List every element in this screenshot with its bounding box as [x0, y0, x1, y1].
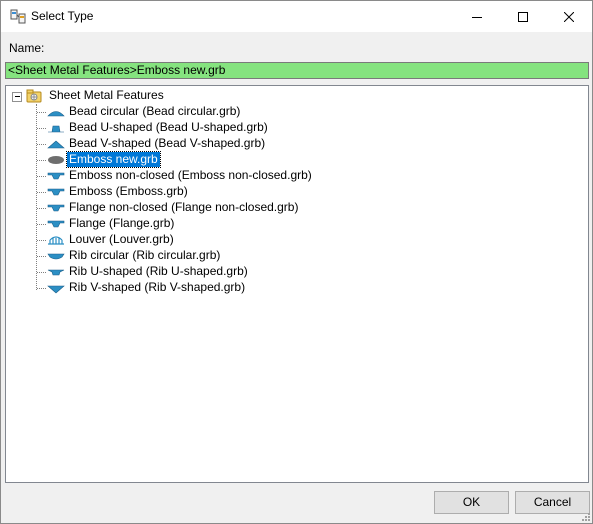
flange-non-closed-icon	[47, 204, 65, 212]
tree-root-label[interactable]: Sheet Metal Features	[49, 88, 164, 102]
flange-icon	[47, 220, 65, 228]
rib-circular-icon	[47, 253, 65, 260]
tree-connector	[36, 104, 37, 290]
tree-item[interactable]: Flange (Flange.grb)	[67, 216, 176, 231]
cancel-button[interactable]: Cancel	[515, 491, 590, 514]
tree-item[interactable]: Rib V-shaped (Rib V-shaped.grb)	[67, 280, 247, 295]
louver-icon	[48, 236, 64, 245]
tree-connector	[37, 240, 46, 241]
maximize-icon	[518, 11, 528, 22]
tree-connector	[37, 208, 46, 209]
name-label: Name:	[9, 41, 45, 55]
close-button[interactable]	[546, 1, 592, 32]
emboss-icon	[47, 188, 65, 196]
emboss-non-closed-icon	[47, 172, 65, 180]
tree-connector	[37, 288, 46, 289]
emboss-new-icon	[48, 156, 64, 164]
tree-connector	[37, 256, 46, 257]
tree-item[interactable]: Louver (Louver.grb)	[67, 232, 176, 247]
tree-item[interactable]: Flange non-closed (Flange non-closed.grb…	[67, 200, 300, 215]
tree-connector	[37, 176, 46, 177]
name-field[interactable]: <Sheet Metal Features>Emboss new.grb	[5, 62, 589, 79]
maximize-button[interactable]	[500, 1, 546, 32]
rib-v-shaped-icon	[47, 285, 65, 294]
tree-item[interactable]: Emboss non-closed (Emboss non-closed.grb…	[67, 168, 314, 183]
tree-item[interactable]: Rib circular (Rib circular.grb)	[67, 248, 222, 263]
tree-item[interactable]: Bead circular (Bead circular.grb)	[67, 104, 242, 119]
tree-item[interactable]: Emboss new.grb	[66, 151, 161, 168]
tree-connector	[37, 192, 46, 193]
tree-connector	[37, 272, 46, 273]
ok-button[interactable]: OK	[434, 491, 509, 514]
select-type-dialog: Select Type Name: <Sheet Metal Features>…	[0, 0, 593, 524]
close-icon	[564, 11, 574, 22]
resize-grip-icon[interactable]	[580, 511, 590, 521]
tree-connector	[37, 112, 46, 113]
window-title: Select Type	[31, 9, 94, 23]
minimize-icon	[472, 16, 482, 18]
type-tree[interactable]: Sheet Metal Features Bead circular (Bead…	[5, 85, 589, 483]
tree-connector	[37, 128, 46, 129]
bead-circular-icon	[47, 111, 65, 117]
tree-item[interactable]: Bead V-shaped (Bead V-shaped.grb)	[67, 136, 267, 151]
app-icon	[10, 9, 26, 24]
folder-features-icon	[26, 89, 42, 103]
minimize-button[interactable]	[454, 1, 500, 32]
collapse-toggle-icon[interactable]	[12, 92, 22, 102]
tree-connector	[37, 160, 46, 161]
rib-u-shaped-icon	[47, 269, 65, 276]
bead-v-shaped-icon	[47, 140, 65, 149]
tree-item[interactable]: Bead U-shaped (Bead U-shaped.grb)	[67, 120, 270, 135]
title-bar: Select Type	[1, 1, 592, 32]
bead-u-shaped-icon	[48, 125, 64, 133]
tree-item[interactable]: Rib U-shaped (Rib U-shaped.grb)	[67, 264, 250, 279]
tree-connector	[37, 144, 46, 145]
tree-item[interactable]: Emboss (Emboss.grb)	[67, 184, 190, 199]
tree-connector	[37, 224, 46, 225]
